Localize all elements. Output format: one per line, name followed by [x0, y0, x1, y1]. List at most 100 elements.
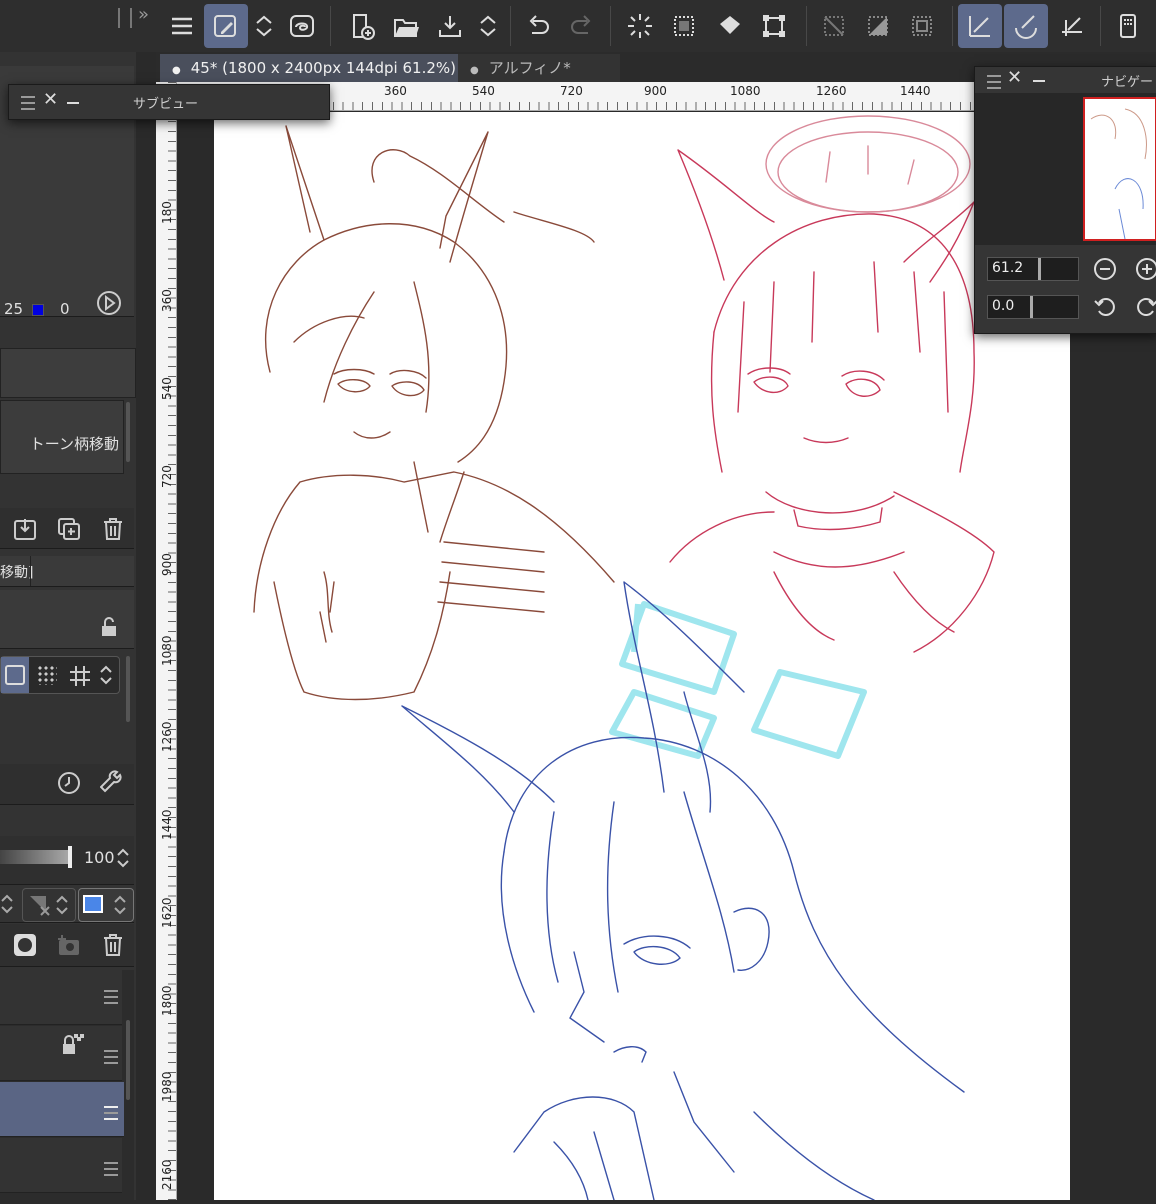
tool-stepper-button[interactable]: [248, 4, 280, 48]
minimize-icon[interactable]: [1033, 80, 1045, 82]
palette-menu-icon[interactable]: [21, 96, 35, 110]
undo-button[interactable]: [516, 4, 560, 48]
folder-open-icon: [394, 19, 419, 37]
grid-pattern-icon[interactable]: [69, 665, 91, 687]
collapse-chevron-icon[interactable]: »: [138, 4, 149, 25]
blend-stepper-icon[interactable]: [0, 890, 14, 918]
ruler-label: 1620: [160, 897, 174, 928]
rotation-slider[interactable]: 0.0: [987, 295, 1079, 319]
navigator-thumbnail[interactable]: [1083, 97, 1156, 241]
ruler-label: 720: [560, 84, 583, 98]
document-tab[interactable]: ● アルフィノ*: [458, 54, 620, 82]
new-canvas-button[interactable]: [340, 4, 384, 48]
layer-row[interactable]: [0, 1026, 122, 1081]
layer-mask-button[interactable]: [12, 932, 38, 958]
tool-property-row: [0, 590, 134, 649]
sub-tool-scrollbar[interactable]: [126, 402, 130, 462]
file-stepper-button[interactable]: [472, 4, 504, 48]
property-scrollbar[interactable]: [126, 656, 130, 722]
rotate-right-icon[interactable]: [1135, 295, 1156, 319]
ruler-label: 1440: [900, 84, 931, 98]
stepper-icon: [256, 15, 272, 37]
layer-row[interactable]: [0, 1138, 122, 1193]
ruler-label: 2160: [160, 1159, 174, 1190]
layer-opacity-row: 100: [0, 836, 134, 885]
open-file-button[interactable]: [384, 4, 428, 48]
menu-button[interactable]: [160, 4, 204, 48]
ruler-label: 720: [160, 465, 174, 488]
gesture-button[interactable]: [280, 4, 324, 48]
drag-handle-icon[interactable]: [104, 1050, 118, 1064]
layer-row-selected[interactable]: [0, 1082, 124, 1137]
transform-button[interactable]: [752, 4, 796, 48]
ruler-label: 1260: [816, 84, 847, 98]
clip-layer-toggle[interactable]: [22, 888, 76, 922]
zoom-out-icon[interactable]: [1093, 257, 1117, 281]
zoom-slider[interactable]: 61.2: [987, 257, 1079, 281]
lock-transparency-icon[interactable]: [60, 1032, 84, 1056]
pattern-square-toggle[interactable]: [1, 657, 29, 693]
wrench-icon: [99, 770, 122, 793]
play-button[interactable]: [96, 290, 122, 316]
settings-button[interactable]: [99, 770, 126, 796]
new-layer-button[interactable]: [56, 932, 82, 958]
clock-icon: [58, 772, 80, 794]
delete-subtool-button[interactable]: [100, 516, 126, 542]
color-value-a: 25: [4, 300, 24, 318]
reference-layer-toggle[interactable]: [78, 888, 134, 922]
opacity-slider-thumb[interactable]: [68, 846, 72, 868]
mask-icon: [14, 934, 36, 956]
zoom-in-icon[interactable]: [1135, 257, 1156, 281]
pen-tool-button[interactable]: [204, 4, 248, 48]
ruler-snap-button[interactable]: [958, 4, 1002, 48]
minimize-icon[interactable]: [67, 102, 79, 104]
navigator-preview-area: [975, 93, 1156, 245]
zoom-slider-thumb[interactable]: [1038, 258, 1041, 280]
pattern-mode-group: [0, 656, 120, 694]
selection-frame-button[interactable]: [900, 4, 944, 48]
tool-property-tab[interactable]: 移動]: [0, 562, 33, 582]
drag-handle-icon[interactable]: [104, 1162, 118, 1176]
save-download-icon: [439, 16, 461, 37]
close-icon[interactable]: ✕: [1007, 67, 1022, 88]
document-tab-active[interactable]: ● 45* (1800 x 2400px 144dpi 61.2%): [160, 54, 468, 82]
main-toolbar: »: [0, 0, 1156, 53]
grid-snap-button[interactable]: [1050, 4, 1094, 48]
opacity-slider[interactable]: [0, 850, 70, 864]
rotate-left-icon[interactable]: [1093, 295, 1117, 319]
pattern-stepper-icon[interactable]: [97, 663, 115, 687]
special-ruler-snap-button[interactable]: [1004, 4, 1048, 48]
duplicate-button[interactable]: [56, 516, 82, 542]
loading-button[interactable]: [618, 4, 662, 48]
color-swatch[interactable]: [32, 304, 44, 316]
navigator-title: ナビゲー: [1101, 75, 1154, 90]
opacity-stepper-icon[interactable]: [116, 846, 130, 870]
delete-layer-button[interactable]: [100, 932, 126, 958]
layer-scrollbar[interactable]: [126, 1020, 130, 1100]
palette-menu-icon[interactable]: [987, 75, 1001, 89]
import-button[interactable]: [12, 516, 38, 542]
invert-selection-button[interactable]: [856, 4, 900, 48]
lock-button[interactable]: [96, 614, 122, 640]
ruler-label: 540: [160, 377, 174, 400]
ruler-label: 180: [160, 201, 174, 224]
redo-button[interactable]: [560, 4, 604, 48]
smartphone-icon: [1120, 14, 1136, 38]
device-button[interactable]: [1106, 4, 1150, 48]
rotation-slider-thumb[interactable]: [1030, 296, 1033, 318]
sub-tool-item-tone-move[interactable]: トーン柄移動: [0, 400, 124, 474]
close-icon[interactable]: ✕: [43, 89, 58, 110]
panel-grip-icon[interactable]: [118, 8, 132, 28]
save-button[interactable]: [428, 4, 472, 48]
drag-handle-icon[interactable]: [104, 1106, 118, 1120]
layer-row[interactable]: [0, 970, 122, 1025]
drag-handle-icon[interactable]: [104, 990, 118, 1004]
canvas-paper[interactable]: [214, 112, 1070, 1201]
dot-pattern-icon[interactable]: [37, 665, 57, 685]
fill-button[interactable]: [708, 4, 752, 48]
history-button[interactable]: [56, 770, 82, 796]
ruler-label: 1980: [160, 1071, 174, 1102]
menu-icon: [172, 17, 192, 35]
deselect-button[interactable]: [812, 4, 856, 48]
select-all-button[interactable]: [662, 4, 706, 48]
